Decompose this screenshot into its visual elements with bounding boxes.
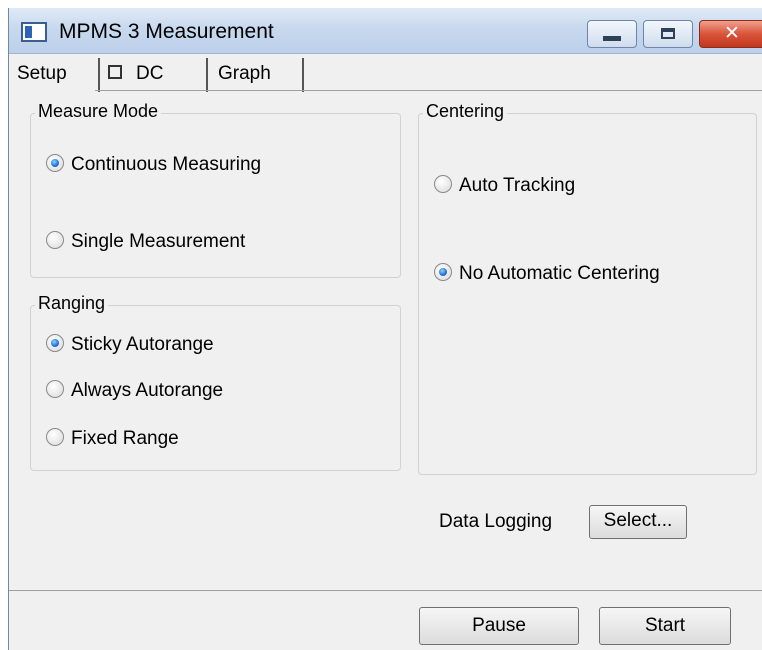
tab-divider [95, 90, 762, 91]
maximize-icon [661, 28, 675, 39]
minimize-button[interactable] [587, 20, 637, 48]
close-button[interactable]: ✕ [699, 20, 762, 48]
maximize-button[interactable] [643, 20, 693, 48]
radio-label: Sticky Autorange [71, 334, 214, 355]
tab-graph-label: Graph [218, 63, 271, 84]
radio-label: Continuous Measuring [71, 154, 262, 175]
radio-continuous-measuring[interactable]: Continuous Measuring [46, 153, 262, 176]
pause-button[interactable]: Pause [419, 607, 579, 645]
centering-label: Centering [423, 101, 508, 122]
radio-unselected-icon [46, 230, 64, 249]
window-title: MPMS 3 Measurement [59, 20, 274, 43]
radio-label: Single Measurement [71, 231, 246, 252]
radio-sticky-autorange[interactable]: Sticky Autorange [46, 333, 214, 356]
radio-auto-tracking[interactable]: Auto Tracking [434, 174, 576, 197]
radio-no-automatic-centering[interactable]: No Automatic Centering [434, 262, 660, 285]
centering-group: Centering Auto Tracking No Automatic Cen… [418, 101, 757, 475]
app-icon [21, 22, 47, 42]
measure-mode-group: Measure Mode Continuous Measuring Single… [30, 101, 401, 278]
radio-always-autorange[interactable]: Always Autorange [46, 379, 224, 402]
close-icon: ✕ [724, 23, 740, 44]
minimize-icon [603, 36, 621, 41]
dc-checkbox[interactable] [108, 64, 122, 79]
tab-strip: Setup DC Graph [9, 54, 762, 92]
radio-selected-icon [46, 333, 64, 352]
title-bar[interactable]: MPMS 3 Measurement ✕ [9, 8, 762, 54]
radio-single-measurement[interactable]: Single Measurement [46, 230, 246, 253]
radio-unselected-icon [46, 427, 64, 446]
tab-setup-label: Setup [17, 63, 67, 84]
ranging-group: Ranging Sticky Autorange Always Autorang… [30, 293, 401, 471]
measurement-window: MPMS 3 Measurement ✕ Setup DC Graph Meas… [8, 8, 762, 650]
footer-divider [9, 590, 762, 591]
radio-label: No Automatic Centering [459, 263, 660, 284]
radio-selected-icon [434, 262, 452, 281]
measure-mode-label: Measure Mode [35, 101, 162, 122]
start-button[interactable]: Start [599, 607, 731, 645]
radio-label: Auto Tracking [459, 175, 576, 196]
radio-label: Fixed Range [71, 428, 179, 449]
radio-selected-icon [46, 153, 64, 172]
radio-fixed-range[interactable]: Fixed Range [46, 427, 179, 450]
tab-dc[interactable]: DC [98, 58, 206, 92]
ranging-label: Ranging [35, 293, 109, 314]
tab-dc-label: DC [136, 63, 164, 84]
radio-unselected-icon [434, 174, 452, 193]
tab-setup[interactable]: Setup [13, 58, 95, 92]
radio-label: Always Autorange [71, 380, 224, 401]
tab-graph[interactable]: Graph [206, 58, 304, 92]
data-logging-select-button[interactable]: Select... [589, 505, 687, 539]
data-logging-label: Data Logging [439, 511, 553, 532]
radio-unselected-icon [46, 379, 64, 398]
